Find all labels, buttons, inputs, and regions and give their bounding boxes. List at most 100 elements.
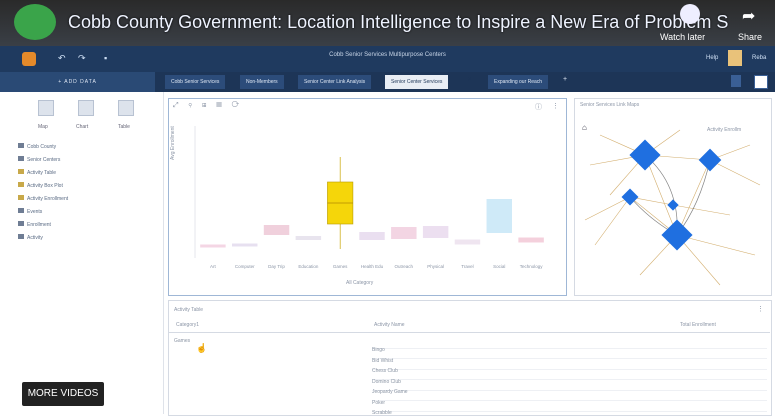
cursor-icon: ☝ bbox=[196, 343, 208, 353]
sidebar-item-cobb-county[interactable]: Cobb County bbox=[18, 143, 56, 150]
table-menu-icon[interactable]: ⋮ bbox=[757, 305, 764, 313]
folder-icon bbox=[18, 195, 24, 200]
x-tick-label: Computer bbox=[235, 264, 255, 269]
share-icon[interactable]: ➦ bbox=[742, 6, 755, 26]
channel-avatar[interactable] bbox=[14, 4, 56, 40]
sidebar-item-label: Cobb County bbox=[27, 144, 57, 150]
watch-later-label[interactable]: Watch later bbox=[660, 32, 705, 42]
avatar[interactable] bbox=[728, 50, 742, 66]
sidebar-item-label: Activity Enrollment bbox=[27, 196, 69, 202]
tab-senior-center-services[interactable]: Senior Center Services bbox=[385, 75, 449, 89]
sidebar-item-label: Activity Table bbox=[27, 170, 57, 176]
data-sidebar bbox=[0, 92, 164, 414]
chart-x-label[interactable]: All Category bbox=[346, 280, 373, 286]
table-row[interactable]: Jeopardy Game bbox=[372, 380, 767, 395]
folder-icon bbox=[18, 182, 24, 187]
box-physical[interactable] bbox=[422, 226, 449, 238]
sidebar-item-label: Activity bbox=[27, 235, 43, 241]
box-social[interactable] bbox=[486, 199, 512, 233]
table-row[interactable]: Poker bbox=[372, 391, 767, 406]
settings-icon[interactable] bbox=[754, 75, 768, 89]
chart-menu-icon[interactable]: ⋮ bbox=[552, 102, 559, 110]
column-header-activity-name[interactable]: Activity Name bbox=[374, 322, 405, 328]
sidebar-item-activity-table[interactable]: Activity Table bbox=[18, 169, 56, 176]
table-row[interactable]: Bingo bbox=[372, 338, 767, 353]
box-education[interactable] bbox=[295, 236, 322, 240]
sidebar-item-activity-box-plot[interactable]: Activity Box Plot bbox=[18, 182, 63, 189]
x-tick-label: Social bbox=[493, 264, 505, 269]
sidebar-item-label: Activity Box Plot bbox=[27, 183, 63, 189]
dataset-icon bbox=[18, 234, 24, 239]
video-title[interactable]: Cobb County Government: Location Intelli… bbox=[68, 12, 728, 33]
x-tick-label: Education bbox=[298, 264, 319, 269]
dataset-icon bbox=[18, 208, 24, 213]
x-tick-label: Games bbox=[333, 264, 348, 269]
sidebar-item-senior-centers[interactable]: Senior Centers bbox=[18, 156, 60, 163]
folder-icon bbox=[18, 169, 24, 174]
box-computer[interactable] bbox=[232, 243, 258, 247]
table-row[interactable]: Domino Club bbox=[372, 370, 767, 385]
table-row[interactable]: Bid Whist bbox=[372, 349, 767, 364]
box-games[interactable] bbox=[327, 157, 354, 249]
box-art[interactable] bbox=[200, 244, 226, 248]
chart-view-label: Chart bbox=[76, 124, 89, 130]
share-label[interactable]: Share bbox=[738, 32, 762, 42]
column-header-total-enrollment[interactable]: Total Enrollment bbox=[680, 322, 716, 328]
table-header-divider bbox=[168, 332, 770, 333]
tab-link-analysis[interactable]: Senior Center Link Analysis bbox=[298, 75, 372, 89]
tab-non-members[interactable]: Non-Members bbox=[240, 75, 284, 89]
chart-toolbar[interactable]: ⤢ ⚲ ⊞ ▤ ⟳ bbox=[173, 102, 243, 110]
table-title: Activity Table bbox=[174, 307, 204, 313]
box-health-edu[interactable] bbox=[359, 232, 385, 240]
table-row[interactable]: Scrabble bbox=[372, 401, 767, 416]
user-name[interactable]: Reba bbox=[752, 55, 766, 61]
close-tab-icon[interactable]: × bbox=[468, 77, 472, 83]
box-technology[interactable] bbox=[518, 237, 544, 243]
add-tab-icon[interactable]: + bbox=[563, 76, 567, 83]
box-travel[interactable] bbox=[454, 239, 481, 245]
box-plot-chart: Art Computer Day Trip Education Games Health … bbox=[194, 126, 544, 269]
box-outreach[interactable] bbox=[391, 227, 417, 239]
table-view-icon[interactable] bbox=[118, 100, 134, 116]
add-data-button[interactable]: + ADD DATA bbox=[0, 72, 155, 92]
box-day-trip[interactable] bbox=[263, 225, 290, 235]
column-header-category[interactable]: Category1 bbox=[176, 322, 199, 328]
chart-y-label: Avg Enrollment bbox=[170, 126, 176, 160]
chart-info-icon[interactable]: ⓘ bbox=[535, 102, 542, 112]
chart-view-icon[interactable] bbox=[78, 100, 94, 116]
x-tick-label: Physical bbox=[427, 264, 444, 269]
app-title: Cobb Senior Services Multipurpose Center… bbox=[329, 52, 446, 58]
table-row[interactable]: Chess Club bbox=[372, 359, 767, 374]
link-map[interactable] bbox=[580, 125, 765, 290]
tab-expanding-our-reach[interactable]: Expanding our Reach bbox=[488, 75, 549, 89]
app-header bbox=[0, 46, 775, 72]
dataset-icon bbox=[18, 143, 24, 148]
sidebar-item-activity-enrollment[interactable]: Activity Enrollment bbox=[18, 195, 68, 202]
map-title: Senior Services Link Maps bbox=[580, 102, 640, 108]
sidebar-item-enrollment[interactable]: Enrollment bbox=[18, 221, 51, 228]
table-group-cell: Games bbox=[174, 338, 191, 344]
sidebar-item-label: Senior Centers bbox=[27, 157, 61, 163]
sidebar-item-events[interactable]: Events bbox=[18, 208, 42, 215]
map-view-label: Map bbox=[38, 124, 48, 130]
table-view-label: Table bbox=[118, 124, 130, 130]
sidebar-item-activity[interactable]: Activity bbox=[18, 234, 43, 241]
dataset-icon bbox=[18, 221, 24, 226]
x-tick-label: Day Trip bbox=[268, 264, 285, 269]
sidebar-item-label: Events bbox=[27, 209, 43, 215]
x-tick-label: Outreach bbox=[395, 264, 414, 269]
sidebar-item-label: Enrollment bbox=[27, 222, 51, 228]
x-tick-label: Health Edu bbox=[361, 264, 384, 269]
x-tick-label: Art bbox=[210, 264, 217, 269]
map-view-icon[interactable] bbox=[38, 100, 54, 116]
x-tick-label: Travel bbox=[461, 264, 473, 269]
clock-icon[interactable] bbox=[680, 4, 700, 24]
x-tick-label: Technology bbox=[520, 264, 544, 269]
tab-cobb-senior-services[interactable]: Cobb Senior Services bbox=[165, 75, 226, 89]
activity-name-cell: Scrabble bbox=[372, 410, 392, 416]
table-rows: Bingo Bid Whist Chess Club Domino Club Jeopa… bbox=[372, 338, 767, 416]
dataset-icon bbox=[18, 156, 24, 161]
more-videos-button[interactable]: MORE VIDEOS bbox=[22, 382, 104, 406]
help-link[interactable]: Help bbox=[706, 55, 718, 61]
grid-view-icon[interactable] bbox=[731, 75, 741, 87]
